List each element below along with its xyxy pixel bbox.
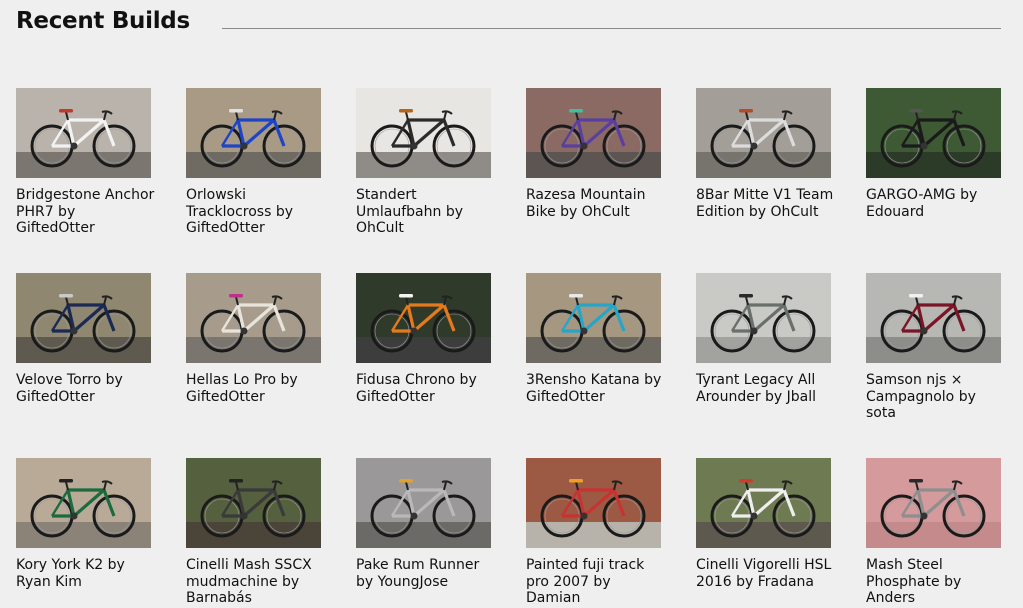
build-title-link[interactable]: GARGO-AMG by Edouard xyxy=(866,187,1006,220)
bike-photo-illustration xyxy=(16,458,151,548)
bike-photo-illustration xyxy=(696,88,831,178)
build-thumbnail[interactable] xyxy=(16,458,151,548)
build-thumbnail[interactable] xyxy=(186,273,321,363)
header-divider xyxy=(222,28,1001,29)
build-card[interactable]: Hellas Lo Pro by GiftedOtter xyxy=(186,273,322,405)
build-thumbnail[interactable] xyxy=(526,458,661,548)
build-title-link[interactable]: Tyrant Legacy All Arounder by Jball xyxy=(696,372,836,405)
build-card[interactable]: 8Bar Mitte V1 Team Edition by OhCult xyxy=(696,88,833,220)
build-card[interactable]: Mash Steel Phosphate by Anders xyxy=(866,458,1002,607)
bike-photo-illustration xyxy=(526,273,661,363)
build-title-link[interactable]: Mash Steel Phosphate by Anders xyxy=(866,557,1006,607)
build-card[interactable]: Cinelli Mash SSCX mudmachine by Barnabás xyxy=(186,458,322,607)
bike-photo-illustration xyxy=(186,273,321,363)
build-thumbnail[interactable] xyxy=(696,458,831,548)
section-header: Recent Builds xyxy=(16,8,1001,48)
build-title-link[interactable]: Velove Torro by GiftedOtter xyxy=(16,372,156,405)
build-card[interactable]: Tyrant Legacy All Arounder by Jball xyxy=(696,273,832,405)
bike-photo-illustration xyxy=(866,88,1001,178)
build-thumbnail[interactable] xyxy=(696,273,831,363)
build-card[interactable]: Kory York K2 by Ryan Kim xyxy=(16,458,152,590)
build-title-link[interactable]: Samson njs × Campagnolo by sota xyxy=(866,372,1006,422)
build-thumbnail[interactable] xyxy=(866,458,1001,548)
build-thumbnail[interactable] xyxy=(696,88,831,178)
build-card[interactable]: Fidusa Chrono by GiftedOtter xyxy=(356,273,492,405)
build-thumbnail[interactable] xyxy=(526,273,661,363)
build-title-link[interactable]: Kory York K2 by Ryan Kim xyxy=(16,557,156,590)
build-title-link[interactable]: 3Rensho Katana by GiftedOtter xyxy=(526,372,666,405)
build-thumbnail[interactable] xyxy=(356,88,491,178)
build-card[interactable]: GARGO-AMG by Edouard xyxy=(866,88,1002,220)
bike-photo-illustration xyxy=(356,273,491,363)
build-card[interactable]: Pake Rum Runner by YoungJose xyxy=(356,458,492,590)
build-title-link[interactable]: Razesa Mountain Bike by OhCult xyxy=(526,187,666,220)
build-card[interactable]: Razesa Mountain Bike by OhCult xyxy=(526,88,662,220)
build-title-link[interactable]: Orlowski Tracklocross by GiftedOtter xyxy=(186,187,326,237)
bike-photo-illustration xyxy=(526,458,661,548)
bike-photo-illustration xyxy=(186,88,321,178)
build-title-link[interactable]: Bridgestone Anchor PHR7 by GiftedOtter xyxy=(16,187,156,237)
build-thumbnail[interactable] xyxy=(356,458,491,548)
build-thumbnail[interactable] xyxy=(866,273,1001,363)
build-card[interactable]: Velove Torro by GiftedOtter xyxy=(16,273,152,405)
bike-photo-illustration xyxy=(186,458,321,548)
bike-photo-illustration xyxy=(526,88,661,178)
bike-photo-illustration xyxy=(16,88,151,178)
bike-photo-illustration xyxy=(16,273,151,363)
build-title-link[interactable]: Standert Umlaufbahn by OhCult xyxy=(356,187,496,237)
build-title-link[interactable]: Cinelli Vigorelli HSL 2016 by Fradana xyxy=(696,557,836,590)
bike-photo-illustration xyxy=(696,458,831,548)
section-title: Recent Builds xyxy=(16,8,190,34)
build-thumbnail[interactable] xyxy=(186,88,321,178)
build-title-link[interactable]: Painted fuji track pro 2007 by Damian xyxy=(526,557,666,607)
build-thumbnail[interactable] xyxy=(16,273,151,363)
build-thumbnail[interactable] xyxy=(186,458,321,548)
bike-photo-illustration xyxy=(866,458,1001,548)
build-title-link[interactable]: Cinelli Mash SSCX mudmachine by Barnabás xyxy=(186,557,326,607)
build-card[interactable]: Cinelli Vigorelli HSL 2016 by Fradana xyxy=(696,458,832,590)
bike-photo-illustration xyxy=(356,88,491,178)
build-title-link[interactable]: 8Bar Mitte V1 Team Edition by OhCult xyxy=(696,187,836,220)
build-thumbnail[interactable] xyxy=(16,88,151,178)
build-card[interactable]: Bridgestone Anchor PHR7 by GiftedOtter xyxy=(16,88,154,237)
build-card[interactable]: 3Rensho Katana by GiftedOtter xyxy=(526,273,662,405)
build-title-link[interactable]: Fidusa Chrono by GiftedOtter xyxy=(356,372,496,405)
build-thumbnail[interactable] xyxy=(526,88,661,178)
build-card[interactable]: Orlowski Tracklocross by GiftedOtter xyxy=(186,88,322,237)
build-card[interactable]: Samson njs × Campagnolo by sota xyxy=(866,273,1002,422)
bike-photo-illustration xyxy=(356,458,491,548)
build-card[interactable]: Standert Umlaufbahn by OhCult xyxy=(356,88,492,237)
bike-photo-illustration xyxy=(866,273,1001,363)
build-title-link[interactable]: Hellas Lo Pro by GiftedOtter xyxy=(186,372,326,405)
build-title-link[interactable]: Pake Rum Runner by YoungJose xyxy=(356,557,496,590)
build-thumbnail[interactable] xyxy=(356,273,491,363)
build-thumbnail[interactable] xyxy=(866,88,1001,178)
bike-photo-illustration xyxy=(696,273,831,363)
build-card[interactable]: Painted fuji track pro 2007 by Damian xyxy=(526,458,662,607)
